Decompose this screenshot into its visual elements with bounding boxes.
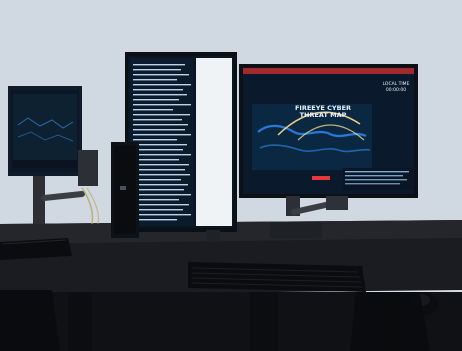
office-monitors-photo bbox=[0, 0, 462, 351]
center-vertical-monitor bbox=[125, 52, 237, 232]
pc-tower bbox=[111, 142, 139, 238]
local-time-label: LOCAL TIME bbox=[382, 82, 410, 87]
keyboard bbox=[188, 262, 366, 292]
left-monitor bbox=[8, 86, 82, 176]
center-monitor-arm bbox=[206, 230, 220, 242]
threat-map-title-line-2: THREAT MAP bbox=[299, 111, 347, 119]
desk-leg-mid bbox=[250, 292, 278, 351]
desk-leg-left bbox=[68, 292, 92, 351]
local-time-value: 00:00:00 bbox=[385, 88, 407, 93]
